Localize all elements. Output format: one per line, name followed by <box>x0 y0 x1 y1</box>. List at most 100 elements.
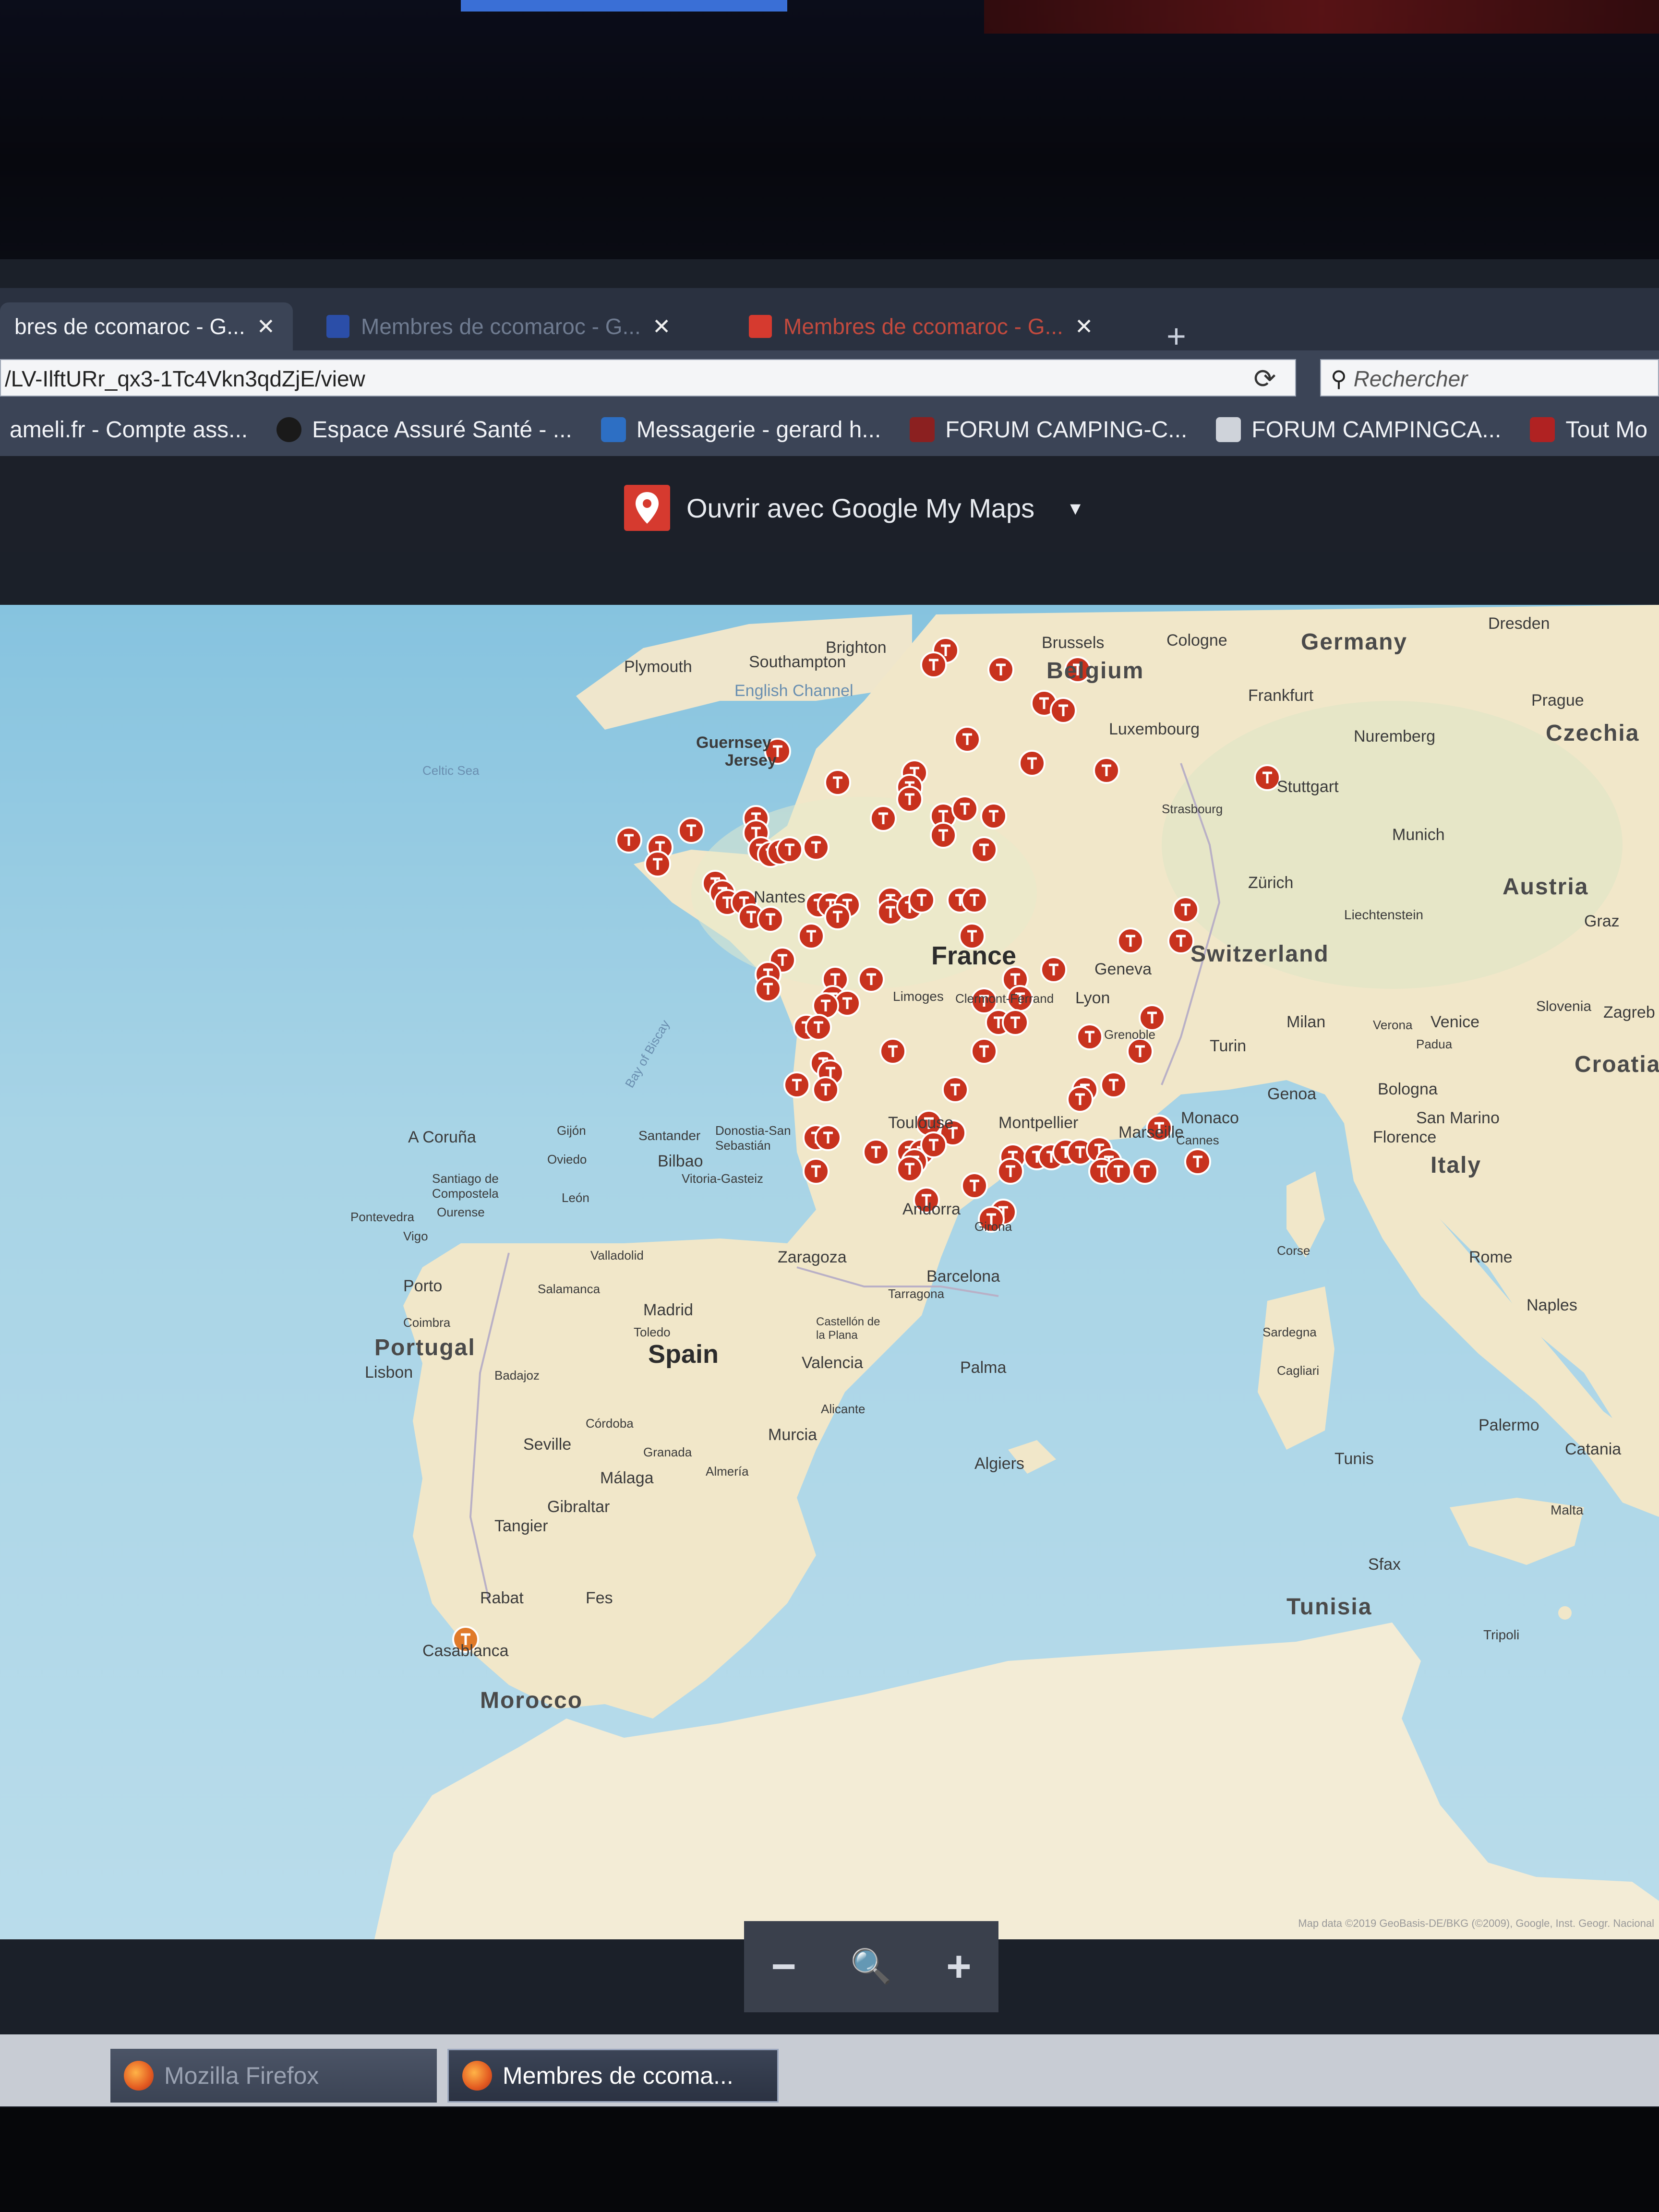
city-label: Madrid <box>643 1301 693 1319</box>
country-label: Italy <box>1431 1153 1482 1178</box>
map-marker-icon[interactable] <box>930 822 957 849</box>
tab-close-icon[interactable]: ✕ <box>257 313 276 339</box>
map-marker-icon[interactable] <box>971 1038 998 1065</box>
map-marker-icon[interactable] <box>1040 956 1067 983</box>
taskbar-item-firefox[interactable]: Mozilla Firefox <box>110 2049 437 2103</box>
map-marker-icon[interactable] <box>805 1014 832 1041</box>
map-marker-icon[interactable] <box>803 1158 830 1185</box>
taskbar-item-label: Mozilla Firefox <box>164 2062 319 2089</box>
city-label: Geneva <box>1094 960 1152 978</box>
map-marker-icon[interactable] <box>951 795 978 822</box>
map-marker-icon[interactable] <box>824 903 851 930</box>
city-label: Malta <box>1551 1503 1584 1517</box>
city-label: Andorra <box>902 1200 961 1218</box>
map-marker-icon[interactable] <box>1019 750 1046 777</box>
city-label: Zagreb <box>1603 1003 1655 1022</box>
tab-1[interactable]: bres de ccomaroc - G... ✕ <box>0 302 293 350</box>
bookmark-label: FORUM CAMPING-C... <box>945 417 1188 443</box>
zoom-in-button[interactable]: + <box>946 1942 972 1992</box>
map-marker-icon[interactable] <box>1254 764 1281 791</box>
map-marker-icon[interactable] <box>920 651 947 678</box>
map-marker-icon[interactable] <box>776 836 803 863</box>
country-label: Germany <box>1301 629 1408 655</box>
map-marker-icon[interactable] <box>961 887 988 914</box>
city-label: Luxembourg <box>1109 720 1200 738</box>
map-marker-icon[interactable] <box>1067 1086 1094 1113</box>
map-marker-icon[interactable] <box>961 1172 988 1199</box>
city-label: Salamanca <box>538 1282 601 1296</box>
bookmark-item[interactable]: FORUM CAMPINGCA... <box>1216 417 1501 443</box>
map-marker-icon[interactable] <box>896 1155 923 1182</box>
city-label: Granada <box>643 1445 692 1459</box>
map-marker-icon[interactable] <box>783 1071 810 1098</box>
map-marker-icon[interactable] <box>757 906 784 933</box>
map-marker-icon[interactable] <box>997 1158 1024 1185</box>
map-marker-icon[interactable] <box>1139 1004 1166 1031</box>
open-with-mymaps-button[interactable]: Ouvrir avec Google My Maps ▾ <box>624 485 1081 531</box>
map-marker-icon[interactable] <box>615 827 642 854</box>
bookmark-item[interactable]: ameli.fr - Compte ass... <box>10 417 248 443</box>
map-canvas[interactable]: Plymouth Southampton Brighton English Ch… <box>0 605 1659 1939</box>
city-label: Sfax <box>1368 1555 1401 1574</box>
map-marker-icon[interactable] <box>971 836 998 863</box>
bookmark-item[interactable]: Messagerie - gerard h... <box>601 417 881 443</box>
url-bar[interactable]: /LV-IlftURr_qx3-1Tc4Vkn3qdZjE/view <box>0 359 1296 397</box>
map-marker-icon[interactable] <box>1105 1158 1132 1185</box>
zoom-reset-icon[interactable]: 🔍 <box>850 1947 892 1986</box>
map-marker-icon[interactable] <box>987 656 1014 683</box>
chevron-down-icon[interactable]: ▾ <box>1070 496 1081 520</box>
map-marker-icon[interactable] <box>644 851 671 878</box>
new-tab-button[interactable]: + <box>1166 317 1186 355</box>
map-marker-icon[interactable] <box>954 726 981 753</box>
bookmark-item[interactable]: Espace Assuré Santé - ... <box>276 417 572 443</box>
map-marker-icon[interactable] <box>678 817 705 844</box>
city-label: Alicante <box>821 1402 866 1416</box>
map-marker-icon[interactable] <box>755 975 781 1002</box>
map-marker-icon[interactable] <box>1127 1038 1154 1065</box>
map-marker-icon[interactable] <box>1002 1009 1029 1036</box>
reload-icon[interactable]: ⟳ <box>1248 363 1282 394</box>
city-label: Munich <box>1392 826 1445 844</box>
map-marker-icon[interactable] <box>798 923 825 950</box>
map-marker-icon[interactable] <box>858 966 885 993</box>
city-label: Dresden <box>1488 614 1550 633</box>
city-label: Gijón <box>557 1123 586 1138</box>
map-marker-icon[interactable] <box>1076 1023 1103 1050</box>
map-marker-icon[interactable] <box>1100 1071 1127 1098</box>
search-input[interactable]: ⚲ Rechercher <box>1320 359 1659 397</box>
tab-close-icon[interactable]: ✕ <box>652 313 671 339</box>
tab-close-icon[interactable]: ✕ <box>1075 313 1094 339</box>
map-marker-icon[interactable] <box>908 887 935 914</box>
tab-2[interactable]: Membres de ccomaroc - G... ✕ <box>312 302 720 350</box>
map-marker-icon[interactable] <box>815 1124 842 1151</box>
city-label: Almería <box>706 1464 749 1479</box>
map-marker-icon[interactable] <box>980 803 1007 830</box>
map-marker-icon[interactable] <box>1167 927 1194 954</box>
map-marker-icon[interactable] <box>870 805 897 832</box>
map-marker-icon[interactable] <box>1117 927 1144 954</box>
background-blue-strip <box>461 0 787 12</box>
map-marker-icon[interactable] <box>1184 1148 1211 1175</box>
map-marker-icon[interactable] <box>812 1076 839 1103</box>
map-marker-icon[interactable] <box>803 834 830 861</box>
map-marker-icon[interactable] <box>1172 896 1199 923</box>
tab-3-label: Membres de ccomaroc - G... <box>783 314 1063 339</box>
city-label: Limoges <box>893 989 944 1004</box>
map-marker-icon[interactable] <box>824 769 851 796</box>
bookmark-item[interactable]: Tout Mo <box>1530 417 1647 443</box>
tab-3[interactable]: Membres de ccomaroc - G... ✕ <box>734 302 1142 350</box>
country-label: Morocco <box>480 1688 583 1713</box>
map-marker-icon[interactable] <box>1093 757 1120 784</box>
map-marker-icon[interactable] <box>863 1139 890 1166</box>
zoom-out-button[interactable]: − <box>771 1942 796 1992</box>
city-label: Naples <box>1527 1296 1577 1314</box>
bookmark-item[interactable]: FORUM CAMPING-C... <box>910 417 1187 443</box>
city-label: Algiers <box>974 1455 1024 1473</box>
map-marker-icon[interactable] <box>1131 1158 1158 1185</box>
map-marker-icon[interactable] <box>1050 697 1077 724</box>
map-marker-icon[interactable] <box>879 1038 906 1065</box>
map-marker-icon[interactable] <box>942 1076 969 1103</box>
city-label: Grenoble <box>1104 1027 1155 1042</box>
taskbar-item-active-window[interactable]: Membres de ccoma... <box>447 2049 779 2103</box>
map-marker-icon[interactable] <box>896 786 923 813</box>
